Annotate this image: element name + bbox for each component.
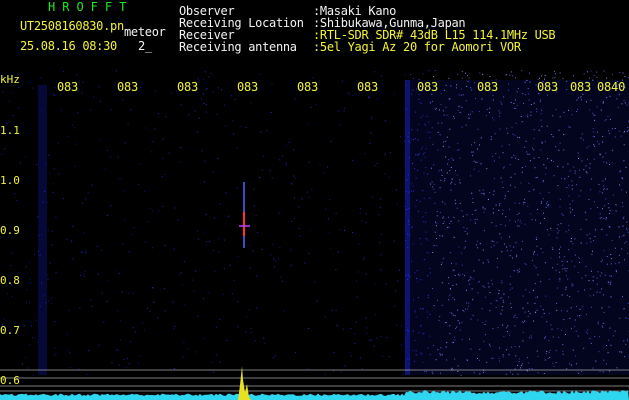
x-tick-label: 083 bbox=[537, 80, 559, 94]
y-tick-label: 1.0 bbox=[0, 174, 20, 187]
noise-band-right-edge bbox=[405, 80, 410, 375]
antenna-label: Receiving antenna bbox=[179, 40, 297, 54]
y-tick-label: 1.1 bbox=[0, 124, 20, 137]
x-tick-label: 083 bbox=[477, 80, 499, 94]
x-tick-label: 083 bbox=[417, 80, 439, 94]
y-tick-label: 0.8 bbox=[0, 274, 20, 287]
x-tick-label: 083 bbox=[570, 80, 592, 94]
x-tick-label: 083 bbox=[57, 80, 79, 94]
hrofft-spectrogram: HROFFT UT2508160830.pn meteor 25.08.16 0… bbox=[0, 0, 629, 400]
x-tick-label: 083 bbox=[297, 80, 319, 94]
x-tick-label: 083 bbox=[237, 80, 259, 94]
noise-band-left bbox=[38, 85, 47, 375]
x-tick-label: 083 bbox=[177, 80, 199, 94]
image-filename: UT2508160830.pn bbox=[20, 19, 124, 33]
antenna-value: :5el Yagi Az 20 for Aomori VOR bbox=[313, 40, 521, 54]
x-tick-label: 0840 bbox=[597, 80, 626, 94]
y-tick-label: 0.6 bbox=[0, 374, 20, 387]
y-tick-label: 0.7 bbox=[0, 324, 20, 337]
observation-datetime: 25.08.16 08:30 bbox=[20, 39, 117, 53]
meteor-count: 2_ bbox=[138, 39, 152, 53]
app-brand: HROFFT bbox=[48, 0, 134, 14]
meteor-label: meteor bbox=[124, 25, 166, 39]
noise-floor bbox=[0, 390, 629, 400]
y-axis-unit: kHz bbox=[0, 73, 20, 86]
y-tick-label: 0.9 bbox=[0, 224, 20, 237]
x-tick-label: 083 bbox=[357, 80, 379, 94]
x-tick-label: 083 bbox=[117, 80, 139, 94]
noise-band-right bbox=[410, 80, 629, 375]
spectrogram-canvas bbox=[0, 70, 629, 400]
